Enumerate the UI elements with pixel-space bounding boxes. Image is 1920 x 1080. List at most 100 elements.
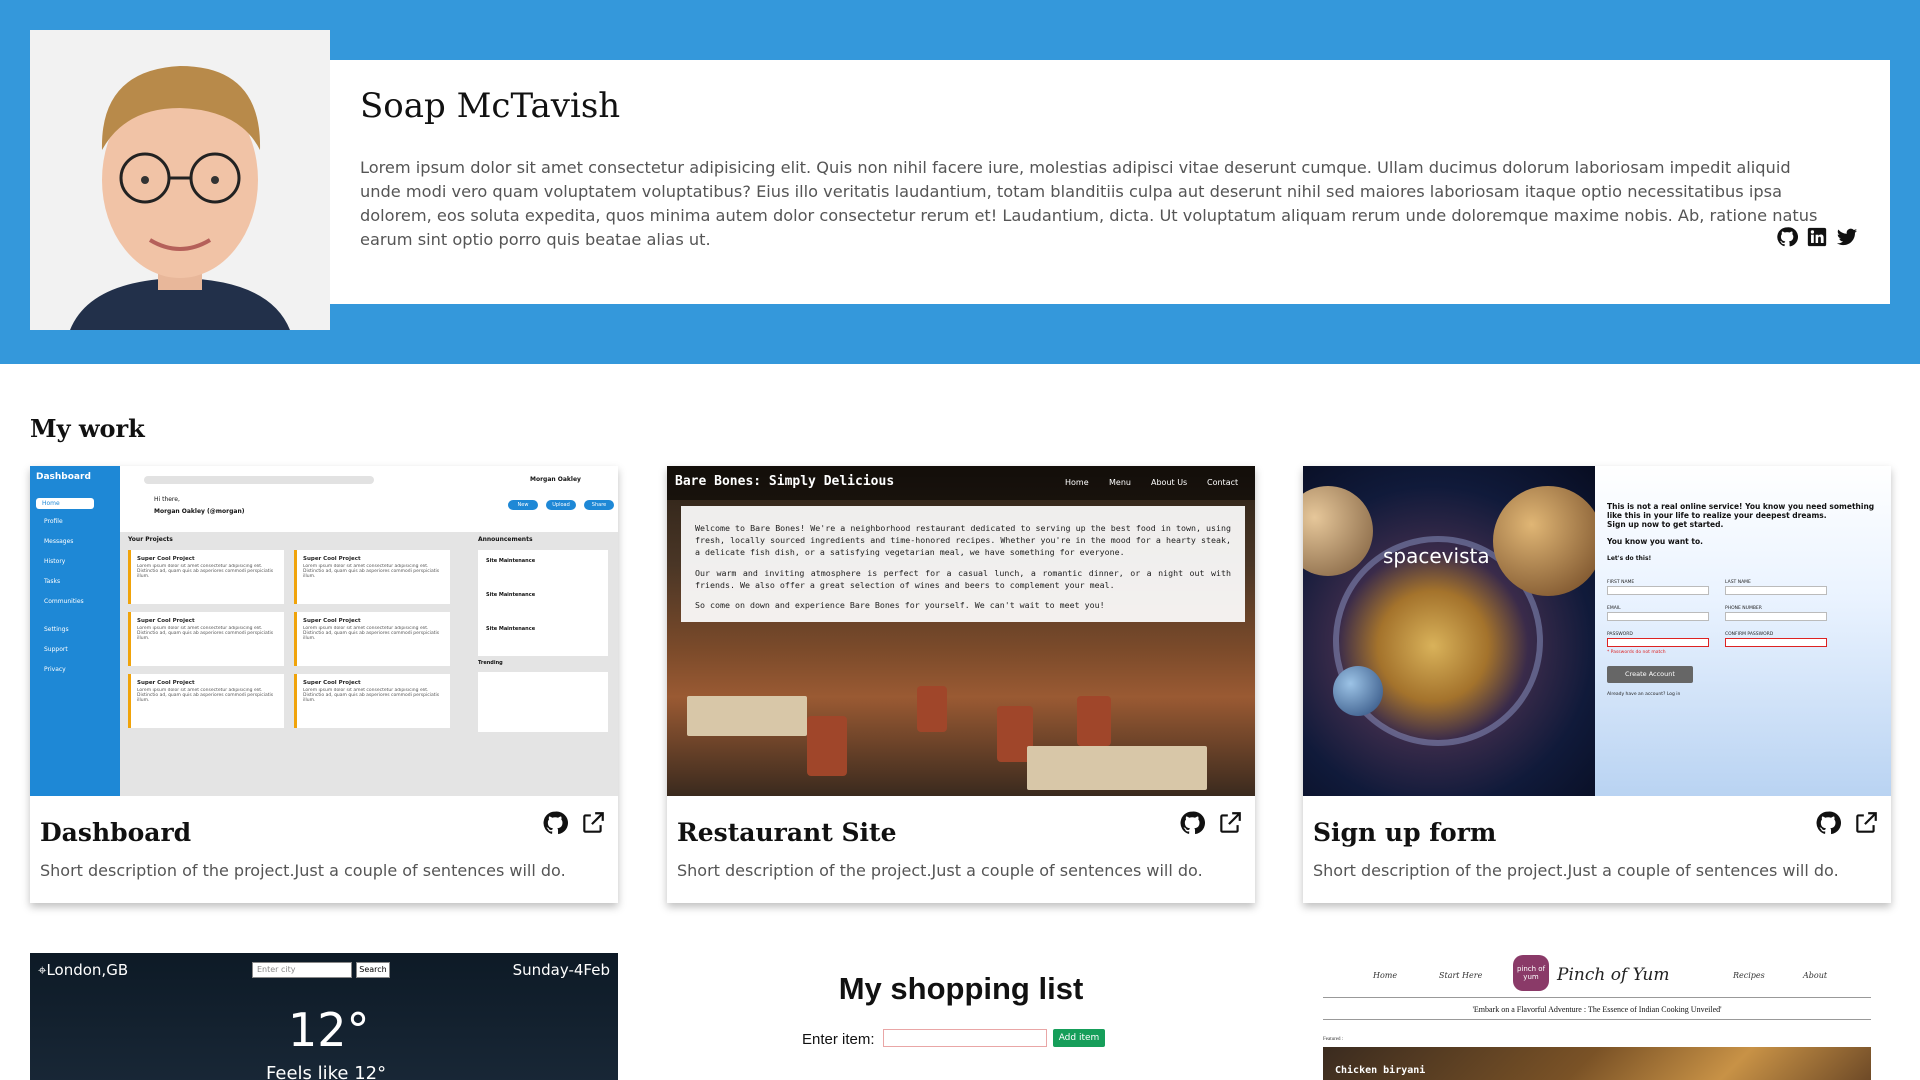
last-name-field — [1725, 586, 1827, 595]
yum-logo: pinch of yum — [1513, 955, 1549, 991]
weather-date: Sunday-4Feb — [512, 961, 610, 979]
github-icon[interactable] — [1179, 810, 1205, 836]
field-label: CONFIRM PASSWORD — [1725, 632, 1774, 637]
dashboard-project-text: Lorem ipsum dolor sit amet consectetur a… — [303, 688, 440, 702]
profile-name: Soap McTavish — [360, 86, 621, 126]
nav-item: Communities — [44, 598, 84, 605]
nav-item: History — [44, 558, 66, 565]
yum-nav-home: Home — [1373, 971, 1398, 980]
restaurant-paragraph: So come on down and experience Bare Bone… — [695, 600, 1105, 611]
project-thumbnail[interactable]: spacevista This is not a real online ser… — [1303, 466, 1891, 796]
dashboard-announcements-heading: Announcements — [478, 536, 533, 543]
dashboard-new-button: New — [508, 500, 538, 510]
project-thumbnail[interactable]: Dashboard Home Profile Messages History … — [30, 466, 618, 796]
project-title: Sign up form — [1313, 818, 1497, 847]
weather-temperature: 12° — [288, 1003, 370, 1057]
dashboard-greeting: Hi there, — [154, 496, 180, 503]
dashboard-project-text: Lorem ipsum dolor sit amet consectetur a… — [137, 626, 274, 640]
project-card-signup: spacevista This is not a real online ser… — [1303, 466, 1891, 903]
shopping-label: Enter item: — [802, 1031, 875, 1048]
dashboard-user: Morgan Oakley — [530, 476, 581, 483]
password-field — [1607, 638, 1709, 647]
external-link-icon[interactable] — [580, 810, 606, 836]
announcement-item: Site Maintenance — [486, 592, 536, 598]
dashboard-search-bar — [144, 476, 374, 484]
project-card-restaurant: Bare Bones: Simply Delicious Home Menu A… — [667, 466, 1255, 903]
yum-nav-start-here: Start Here — [1439, 971, 1483, 980]
nav-item: Support — [44, 646, 68, 653]
dashboard-project-text: Lorem ipsum dolor sit amet consectetur a… — [303, 564, 440, 578]
dashboard-project-title: Super Cool Project — [137, 618, 195, 624]
email-field — [1607, 612, 1709, 621]
project-card-pinch-of-yum[interactable]: Home Start Here pinch of yum Pinch of Yu… — [1303, 953, 1891, 1080]
github-icon[interactable] — [1776, 226, 1798, 248]
project-thumbnail[interactable]: Bare Bones: Simply Delicious Home Menu A… — [667, 466, 1255, 796]
signup-brand: spacevista — [1383, 544, 1490, 568]
project-card-shopping[interactable]: My shopping list Enter item: Add item — [667, 953, 1255, 1080]
dashboard-project-title: Super Cool Project — [137, 680, 195, 686]
announcement-item: Site Maintenance — [486, 558, 536, 564]
dashboard-project-text: Lorem ipsum dolor sit amet consectetur a… — [303, 626, 440, 640]
signup-intro: Sign up now to get started. — [1607, 520, 1724, 529]
signup-cta: Let's do this! — [1607, 555, 1652, 562]
dashboard-project-title: Super Cool Project — [303, 680, 361, 686]
create-account-button: Create Account — [1607, 666, 1693, 683]
nav-item: Privacy — [44, 666, 66, 673]
dashboard-trending — [478, 672, 608, 732]
restaurant-paragraph: Welcome to Bare Bones! We're a neighborh… — [695, 523, 1231, 558]
restaurant-nav-about: About Us — [1151, 478, 1188, 487]
add-item-button: Add item — [1053, 1029, 1105, 1047]
dashboard-share-button: Share — [584, 500, 614, 510]
dashboard-brand: Dashboard — [36, 472, 91, 482]
weather-location-text: London,GB — [46, 961, 129, 979]
field-label: FIRST NAME — [1607, 580, 1635, 585]
twitter-icon[interactable] — [1836, 226, 1858, 248]
weather-location: ⌖London,GB — [38, 961, 128, 979]
project-description: Short description of the project.Just a … — [40, 861, 566, 880]
dashboard-upload-button: Upload — [546, 500, 576, 510]
yum-dish-name: Chicken biryani — [1335, 1065, 1426, 1076]
dashboard-projects-heading: Your Projects — [128, 536, 173, 543]
external-link-icon[interactable] — [1217, 810, 1243, 836]
shopping-title: My shopping list — [838, 971, 1084, 1006]
dashboard-project-title: Super Cool Project — [137, 556, 195, 562]
dashboard-project-title: Super Cool Project — [303, 556, 361, 562]
github-icon[interactable] — [1815, 810, 1841, 836]
avatar — [30, 30, 330, 330]
field-label: PASSWORD — [1607, 632, 1633, 637]
login-link: Already have an account? Log in — [1607, 692, 1681, 697]
section-title-my-work: My work — [30, 414, 145, 443]
confirm-password-field — [1725, 638, 1827, 647]
dashboard-handle: Morgan Oakley (@morgan) — [154, 508, 245, 515]
weather-city-input: Enter city — [252, 962, 352, 978]
nav-item: Home — [36, 498, 94, 509]
linkedin-icon[interactable] — [1806, 226, 1828, 248]
restaurant-paragraph: Our warm and inviting atmosphere is perf… — [695, 567, 1231, 590]
yum-featured-label: Featured : — [1323, 1037, 1344, 1042]
restaurant-intro: Welcome to Bare Bones! We're a neighborh… — [681, 506, 1245, 622]
social-links — [1776, 226, 1858, 248]
announcement-item: Site Maintenance — [486, 626, 536, 632]
external-link-icon[interactable] — [1853, 810, 1879, 836]
yum-title: Pinch of Yum — [1557, 965, 1670, 985]
password-error: * Passwords do not match — [1607, 650, 1666, 655]
dashboard-project-text: Lorem ipsum dolor sit amet consectetur a… — [137, 564, 274, 578]
restaurant-nav-home: Home — [1065, 478, 1089, 487]
profile-bio: Lorem ipsum dolor sit amet consectetur a… — [360, 158, 1818, 249]
dashboard-trending-heading: Trending — [478, 660, 503, 666]
project-card-weather[interactable]: ⌖London,GB Enter city Search Sunday-4Feb… — [30, 953, 618, 1080]
github-icon[interactable] — [542, 810, 568, 836]
restaurant-brand: Bare Bones: Simply Delicious — [675, 474, 895, 489]
restaurant-nav-contact: Contact — [1207, 478, 1239, 487]
shopping-item-input — [883, 1029, 1047, 1047]
project-card-dashboard: Dashboard Home Profile Messages History … — [30, 466, 618, 903]
yum-nav-about: About — [1803, 971, 1828, 980]
nav-item: Tasks — [44, 578, 61, 585]
nav-item: Messages — [44, 538, 74, 545]
project-title: Restaurant Site — [677, 818, 897, 847]
yum-tagline: 'Embark on a Flavorful Adventure : The E… — [1472, 1005, 1722, 1014]
yum-nav-recipes: Recipes — [1733, 971, 1765, 980]
first-name-field — [1607, 586, 1709, 595]
field-label: LAST NAME — [1725, 580, 1751, 585]
field-label: PHONE NUMBER — [1725, 606, 1762, 611]
